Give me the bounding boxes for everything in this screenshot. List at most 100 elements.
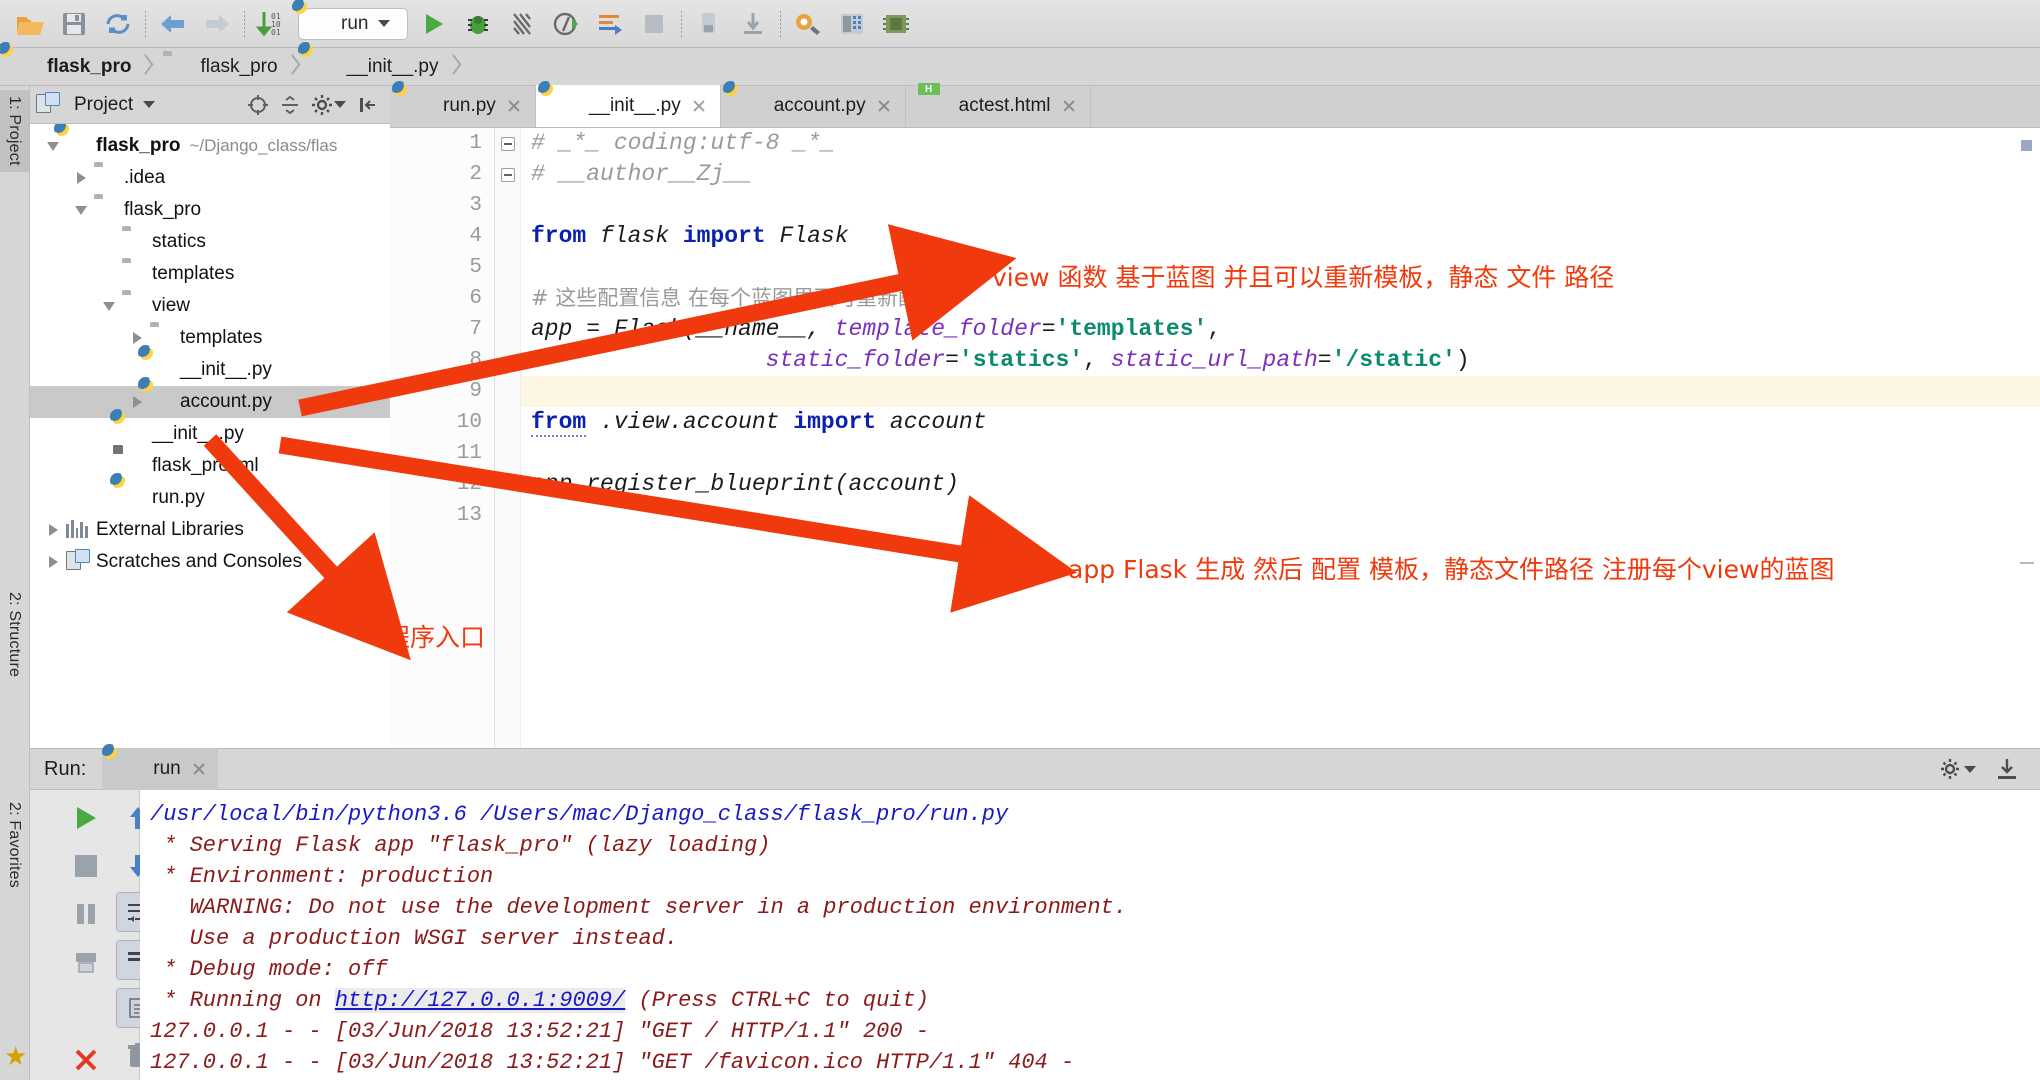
run-panel-label: Run: — [44, 757, 87, 780]
sidebar-item-favorites[interactable]: 2: Favorites — [0, 796, 29, 894]
line-number: 5 — [469, 256, 482, 279]
tree-item--idea[interactable]: .idea — [30, 162, 390, 194]
database-icon[interactable] — [830, 4, 874, 44]
chevron-right-icon[interactable] — [40, 546, 66, 578]
tree-item-flask-pro[interactable]: flask_pro ~/Django_class/flas — [30, 130, 390, 162]
chevron-right-icon[interactable] — [40, 514, 66, 546]
line-number: 1 — [469, 132, 482, 155]
memory-icon[interactable] — [874, 4, 918, 44]
sync-icon[interactable] — [96, 4, 140, 44]
favorites-star-icon[interactable]: ★ — [4, 1041, 27, 1072]
tree-item-templates[interactable]: templates — [30, 258, 390, 290]
code-editor[interactable]: 1 2 3 4 5 6 7 8 9 10 11 12 13 # _*_ coding:utf-8 _*_… — [390, 128, 2040, 748]
console-line: * Serving Flask app "flask_pro" (lazy lo… — [150, 833, 771, 858]
tree-item-view[interactable]: view — [30, 290, 390, 322]
chevron-down-icon[interactable] — [68, 194, 94, 226]
tree-item-run-py[interactable]: run.py — [30, 482, 390, 514]
project-panel: Project flask_pro ~/Django_class/flas .ide… — [30, 86, 390, 748]
open-folder-icon[interactable] — [8, 4, 52, 44]
chevron-down-icon[interactable] — [334, 101, 346, 108]
tree-item-statics[interactable]: statics — [30, 226, 390, 258]
chevron-down-icon[interactable] — [1964, 765, 1976, 773]
attach-icon[interactable] — [588, 4, 632, 44]
sort-numeric-icon[interactable]: 01 10 01 — [250, 4, 294, 44]
tab-account-py[interactable]: account.py — [721, 85, 906, 127]
print-icon[interactable] — [66, 942, 106, 982]
pause-icon[interactable] — [66, 894, 106, 934]
project-tree[interactable]: flask_pro ~/Django_class/flas .idea flask_p… — [30, 124, 390, 748]
chevron-down-icon[interactable] — [143, 101, 156, 108]
code-comment-cjk: # 这些配置信息 在每个蓝图里面可重新配置 — [531, 286, 940, 310]
settings-wrench-icon[interactable] — [786, 4, 830, 44]
sidebar-item-project[interactable]: 1: Project — [0, 90, 29, 172]
export-icon[interactable] — [1988, 751, 2026, 787]
tab-run-py[interactable]: run.py — [390, 85, 536, 127]
code-content[interactable]: # _*_ coding:utf-8 _*_ # __author__Zj__ … — [521, 128, 2040, 748]
stop-icon[interactable] — [632, 4, 676, 44]
download-icon[interactable] — [731, 4, 775, 44]
stop-icon[interactable] — [66, 846, 106, 886]
close-icon[interactable] — [190, 760, 208, 778]
chevron-right-icon[interactable] — [68, 162, 94, 194]
tree-item--init-py[interactable]: __init__.py — [30, 418, 390, 450]
close-icon[interactable] — [66, 1040, 106, 1080]
project-panel-header: Project — [30, 86, 390, 124]
tree-item-label: External Libraries — [96, 519, 244, 540]
todo-marker[interactable] — [2021, 140, 2032, 151]
tree-item--init-py[interactable]: __init__.py — [30, 354, 390, 386]
tab-label: account.py — [773, 95, 866, 116]
debug-icon[interactable] — [456, 4, 500, 44]
tab--init-py[interactable]: __init__.py — [535, 85, 721, 127]
close-icon[interactable] — [505, 97, 523, 115]
target-icon[interactable] — [242, 90, 274, 120]
python-file-icon — [550, 94, 574, 118]
tree-item-scratches-and-consoles[interactable]: Scratches and Consoles — [30, 546, 390, 578]
run-icon[interactable] — [412, 4, 456, 44]
save-all-icon[interactable] — [52, 4, 96, 44]
fold-marker-icon[interactable] — [501, 168, 515, 182]
server-url-link[interactable]: http://127.0.0.1:9009/ — [334, 988, 626, 1013]
python-file-icon — [310, 55, 334, 79]
run-console-output[interactable]: /usr/local/bin/python3.6 /Users/mac/Djan… — [140, 790, 2040, 1080]
annotation-view-function: view 函数 基于蓝图 并且可以重新模板，静态 文件 路径 — [992, 263, 1615, 292]
rerun-icon[interactable] — [66, 798, 106, 838]
tree-item-flask-pro-iml[interactable]: flask_pro.iml — [30, 450, 390, 482]
tree-item-flask-pro[interactable]: flask_pro — [30, 194, 390, 226]
forward-arrow-icon[interactable] — [195, 4, 239, 44]
breadcrumb-chevron-icon — [137, 48, 153, 86]
breadcrumb-item-project[interactable]: flask_pro — [0, 48, 137, 86]
sidebar-item-structure[interactable]: 2: Structure — [0, 586, 29, 683]
tree-item-external-libraries[interactable]: External Libraries — [30, 514, 390, 546]
code-line-highlighted — [521, 376, 2040, 407]
close-icon[interactable] — [690, 97, 708, 115]
hide-panel-icon[interactable] — [352, 90, 384, 120]
deploy-icon[interactable] — [687, 4, 731, 44]
tree-item-account-py[interactable]: account.py — [30, 386, 390, 418]
coverage-icon[interactable] — [500, 4, 544, 44]
breadcrumb-item-folder[interactable]: flask_pro — [153, 48, 283, 86]
folder-icon — [163, 55, 187, 79]
code-folding-column[interactable] — [495, 128, 521, 748]
back-arrow-icon[interactable] — [151, 4, 195, 44]
line-number: 12 — [456, 473, 482, 496]
run-tab-label: run — [153, 758, 181, 779]
console-text: * Running on — [150, 988, 335, 1013]
editor-marker-bar[interactable] — [2020, 128, 2034, 748]
collapse-all-icon[interactable] — [274, 90, 306, 120]
tab-actest-html[interactable]: actest.html — [906, 85, 1091, 127]
run-tab[interactable]: run — [102, 748, 218, 790]
python-file-icon — [735, 94, 759, 118]
fold-marker-icon[interactable] — [501, 137, 515, 151]
line-number: 8 — [469, 349, 482, 372]
close-icon[interactable] — [875, 97, 893, 115]
line-number: 13 — [456, 504, 482, 527]
chevron-down-icon[interactable] — [96, 290, 122, 322]
breadcrumb-item-file[interactable]: __init__.py — [300, 48, 445, 86]
chevron-down-icon[interactable] — [378, 20, 391, 27]
close-icon[interactable] — [1060, 97, 1078, 115]
tree-item-templates[interactable]: templates — [30, 322, 390, 354]
run-configuration-selector[interactable]: run — [298, 7, 408, 40]
profile-icon[interactable] — [544, 4, 588, 44]
